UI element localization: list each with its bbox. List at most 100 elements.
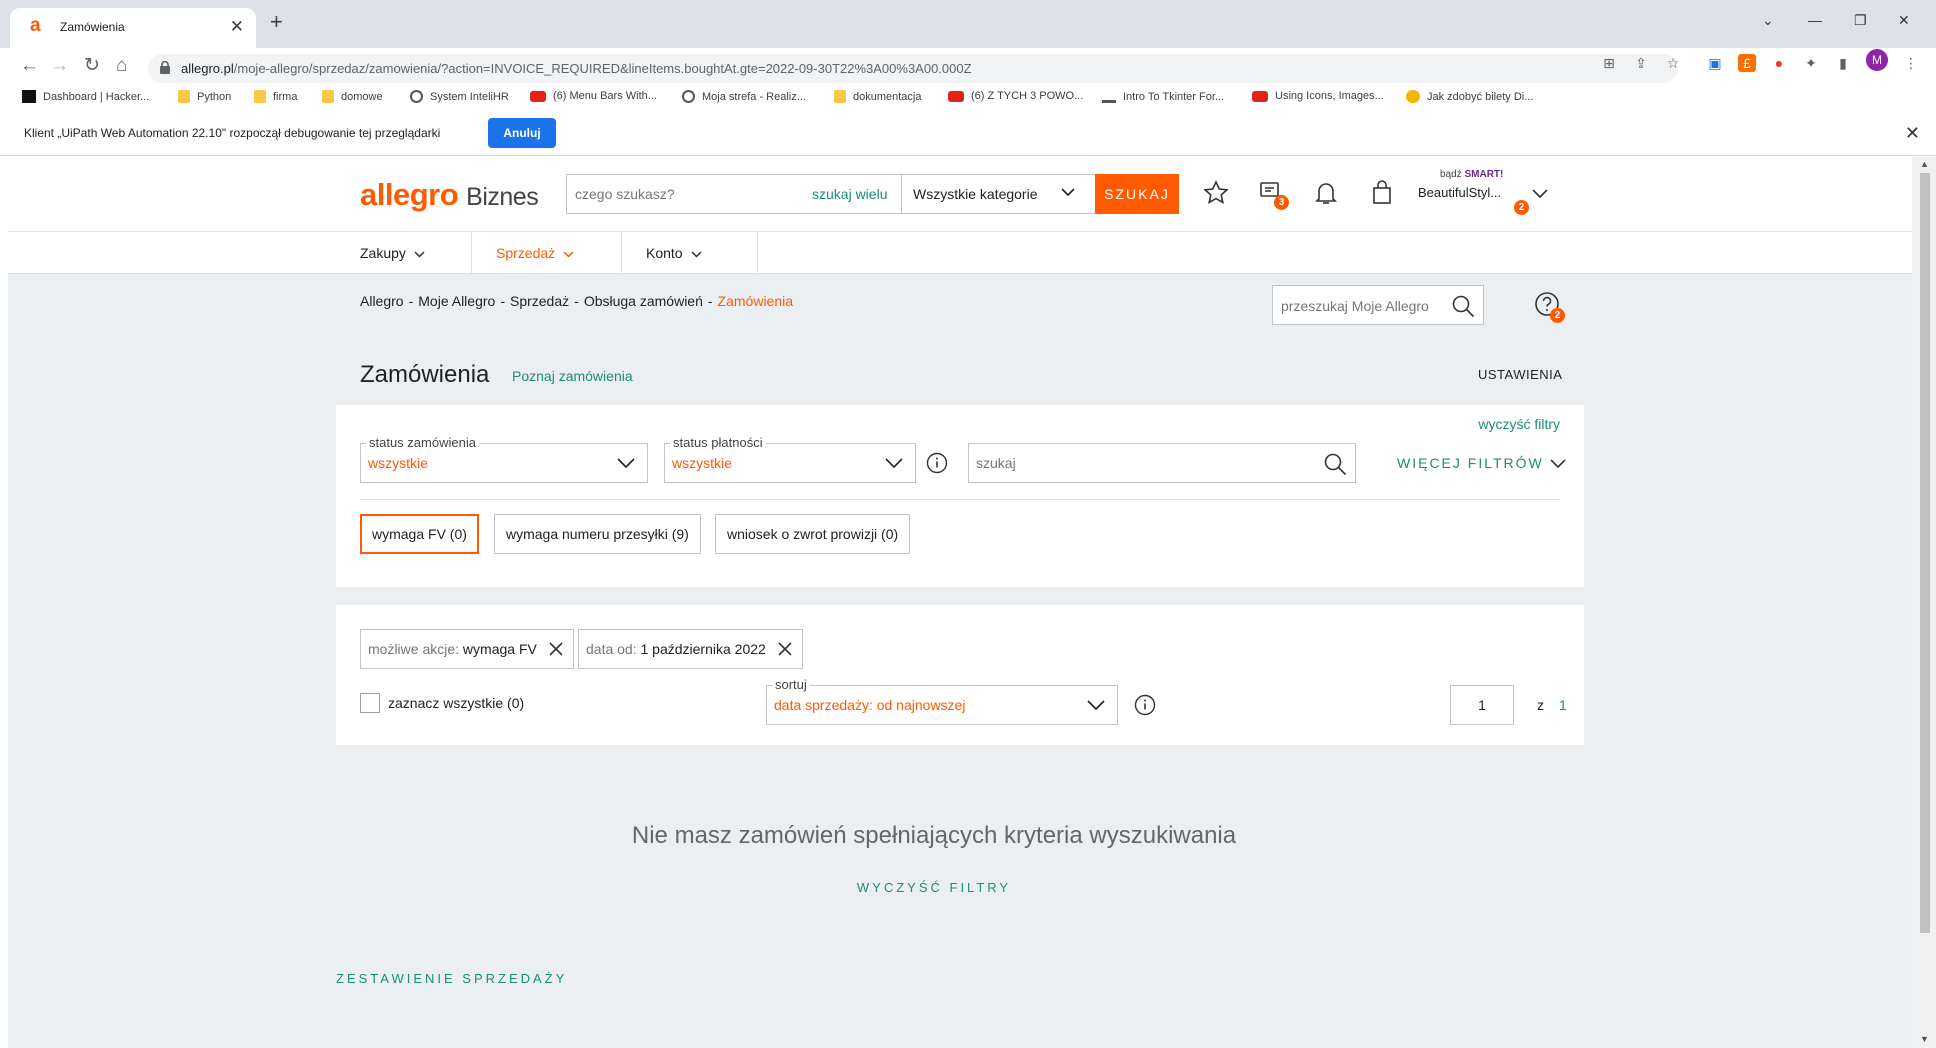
back-button[interactable]: ← xyxy=(20,56,39,76)
info-icon[interactable] xyxy=(926,452,948,474)
scroll-up-icon[interactable]: ▲ xyxy=(1920,159,1929,169)
new-tab-button[interactable]: + xyxy=(270,11,283,33)
globe-icon xyxy=(682,90,695,103)
chip-commission-refund[interactable]: wniosek o zwrot prowizji (0) xyxy=(715,514,911,554)
page-total-link[interactable]: 1 xyxy=(1559,697,1567,713)
account-chevron-icon[interactable] xyxy=(1532,189,1548,199)
chevron-down-icon xyxy=(691,251,702,258)
search-button[interactable]: SZUKAJ xyxy=(1095,174,1179,214)
bookmark-item[interactable]: Moja strefa - Realiz... xyxy=(682,90,806,103)
breadcrumb-link[interactable]: Moje Allegro xyxy=(418,293,495,309)
extensions-puzzle-icon[interactable]: ✦ xyxy=(1802,54,1820,72)
bookmark-item[interactable]: System InteliHR xyxy=(410,90,509,103)
bookmark-item[interactable]: Python xyxy=(178,90,231,103)
infobar-close-icon[interactable]: ✕ xyxy=(1905,123,1920,144)
smart-promo[interactable]: bądź SMART! xyxy=(1440,169,1503,180)
forward-button[interactable]: → xyxy=(50,56,69,76)
sales-summary-link[interactable]: ZESTAWIENIE SPRZEDAŻY xyxy=(336,971,567,986)
remove-filter-icon[interactable] xyxy=(549,642,563,656)
browser-tab[interactable]: a Zamówienia ✕ xyxy=(10,8,256,48)
hackerrank-icon xyxy=(22,90,36,103)
chip-tracking-number-required[interactable]: wymaga numeru przesyłki (9) xyxy=(494,514,701,554)
bookmark-item[interactable]: dokumentacja xyxy=(834,90,922,103)
order-status-select[interactable]: status zamówienia wszystkie xyxy=(360,435,648,483)
bookmark-item[interactable]: Intro To Tkinter For... xyxy=(1102,90,1224,103)
bookmark-item[interactable]: Jak zdobyć bilety Di... xyxy=(1406,90,1533,103)
bookmarks-bar: Dashboard | Hacker... Python firma domow… xyxy=(0,88,1936,110)
chevron-down-icon xyxy=(1061,188,1075,197)
bookmark-item[interactable]: Using Icons, Images... xyxy=(1252,90,1384,102)
scrollbar-thumb[interactable] xyxy=(1920,173,1930,933)
divider xyxy=(360,499,1560,500)
category-select[interactable]: Wszystkie kategorie xyxy=(901,175,1085,213)
filter-tag-date: data od: 1 października 2022 xyxy=(578,629,803,669)
menu-konto[interactable]: Konto xyxy=(622,232,758,274)
translate-extension-icon[interactable]: ▣ xyxy=(1706,54,1724,72)
sort-select[interactable]: sortuj data sprzedaży: od najnowszej xyxy=(766,677,1118,725)
chip-invoice-required[interactable]: wymaga FV (0) xyxy=(360,514,479,554)
folder-icon xyxy=(322,90,334,103)
breadcrumb-link[interactable]: Obsługa zamówień xyxy=(584,293,703,309)
share-icon[interactable]: ⇪ xyxy=(1632,54,1650,72)
tab-search-icon[interactable]: ⌄ xyxy=(1762,12,1774,29)
allegro-biznes-logo[interactable]: allegro Biznes xyxy=(360,177,539,213)
settings-link[interactable]: USTAWIENIA xyxy=(1478,367,1562,382)
bookmark-star-icon[interactable]: ☆ xyxy=(1664,54,1682,72)
clear-filters-link[interactable]: wyczyść filtry xyxy=(1478,416,1560,432)
breadcrumb-link[interactable]: Sprzedaż xyxy=(510,293,569,309)
globe-icon xyxy=(410,90,423,103)
scroll-down-icon[interactable]: ▼ xyxy=(1920,1034,1929,1044)
breadcrumb-link[interactable]: Allegro xyxy=(360,293,404,309)
menu-dots-icon[interactable]: ⋮ xyxy=(1902,54,1920,72)
bell-icon[interactable] xyxy=(1312,179,1340,207)
menu-zakupy[interactable]: Zakupy xyxy=(336,232,472,274)
remove-filter-icon[interactable] xyxy=(778,642,792,656)
coin-icon xyxy=(1406,90,1420,103)
restore-button[interactable]: ❐ xyxy=(1854,12,1867,29)
address-bar[interactable]: allegro.pl/moje-allegro/sprzedaz/zamowie… xyxy=(148,54,1678,83)
adblock-icon[interactable]: ● xyxy=(1770,54,1788,72)
url-text: allegro.pl/moje-allegro/sprzedaz/zamowie… xyxy=(181,61,972,76)
my-allegro-search-input[interactable]: przeszukaj Moje Allegro xyxy=(1272,285,1484,325)
minimize-button[interactable]: — xyxy=(1808,12,1822,28)
chevron-down-icon xyxy=(1550,459,1566,469)
bookmark-item[interactable]: (6) Menu Bars With... xyxy=(530,90,657,102)
debug-cancel-button[interactable]: Anuluj xyxy=(488,118,556,148)
page-content: allegro Biznes czego szukasz? szukaj wiel… xyxy=(8,157,1912,1048)
orders-search-input[interactable]: szukaj xyxy=(968,443,1356,483)
bookmark-item[interactable]: domowe xyxy=(322,90,383,103)
messages-badge: 3 xyxy=(1274,195,1289,210)
page-number-input[interactable]: 1 xyxy=(1450,685,1514,725)
page-scrollbar[interactable]: ▲ ▼ xyxy=(1912,157,1936,1048)
extension-icon[interactable]: £ xyxy=(1738,54,1756,72)
lock-icon xyxy=(160,61,170,74)
select-all-label[interactable]: zaznacz wszystkie (0) xyxy=(388,695,524,711)
side-panel-icon[interactable]: ▮ xyxy=(1834,54,1852,72)
browser-toolbar: ← → ↻ ⌂ allegro.pl/moje-allegro/sprzedaz… xyxy=(0,48,1936,88)
search-icon[interactable] xyxy=(1451,294,1475,318)
account-name[interactable]: BeautifulStyl... xyxy=(1418,185,1501,200)
select-all-checkbox[interactable] xyxy=(360,693,380,713)
menu-sprzedaz[interactable]: Sprzedaż xyxy=(472,232,622,274)
tab-close-icon[interactable]: ✕ xyxy=(230,17,244,37)
info-icon[interactable] xyxy=(1134,694,1156,716)
home-button[interactable]: ⌂ xyxy=(116,56,127,76)
translate-icon[interactable]: ⊞ xyxy=(1600,54,1618,72)
profile-avatar[interactable]: M xyxy=(1866,49,1888,71)
bookmark-item[interactable]: Dashboard | Hacker... xyxy=(22,90,149,103)
chevron-down-icon xyxy=(1087,700,1105,711)
bookmark-item[interactable]: (6) Z TYCH 3 POWO... xyxy=(948,90,1083,102)
search-icon[interactable] xyxy=(1323,452,1347,476)
folder-icon xyxy=(178,90,190,103)
learn-orders-link[interactable]: Poznaj zamówienia xyxy=(512,368,633,384)
star-icon[interactable] xyxy=(1202,179,1230,207)
cart-bag-icon[interactable] xyxy=(1368,179,1396,207)
reload-button[interactable]: ↻ xyxy=(84,56,100,76)
search-input[interactable]: czego szukasz? xyxy=(575,186,675,202)
close-window-button[interactable]: ✕ xyxy=(1898,12,1910,29)
search-many-link[interactable]: szukaj wielu xyxy=(812,186,887,202)
browser-chrome: a Zamówienia ✕ + ⌄ — ❐ ✕ ← → ↻ ⌂ allegro… xyxy=(0,0,1936,157)
more-filters-button[interactable]: WIĘCEJ FILTRÓW xyxy=(1397,455,1566,471)
bookmark-item[interactable]: firma xyxy=(254,90,297,103)
payment-status-select[interactable]: status płatności wszystkie xyxy=(664,435,916,483)
